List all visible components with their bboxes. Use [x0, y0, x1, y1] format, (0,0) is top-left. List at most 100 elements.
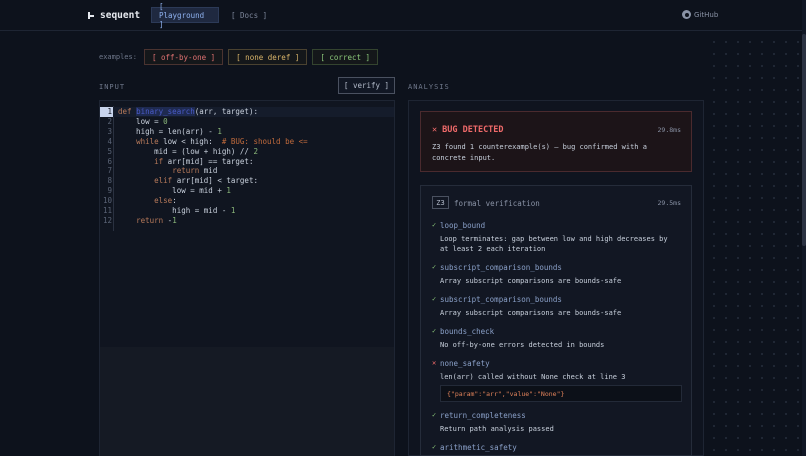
check-description: No off-by-one errors detected in bounds: [440, 341, 605, 349]
code-token: return: [172, 166, 200, 176]
code-text: high = len(arr) - 1: [118, 127, 222, 137]
line-number: 7: [107, 166, 112, 176]
code-token: 1: [217, 126, 222, 136]
examples-label: examples:: [99, 53, 137, 61]
code-text: def binary_search(arr, target):: [118, 107, 258, 117]
check-description: len(arr) called without None check at li…: [440, 373, 626, 381]
code-token: -: [163, 215, 173, 225]
code-line[interactable]: 6 if arr[mid] == target:: [100, 157, 394, 167]
nav-playground[interactable]: [ Playground ]: [151, 2, 219, 29]
code-token: 1: [172, 215, 177, 225]
code-token: 1: [226, 186, 231, 196]
code-text: mid = (low + high) // 2: [118, 147, 258, 157]
bug-title: BUG DETECTED: [442, 125, 504, 135]
code-token: :: [172, 196, 177, 206]
code-token: # BUG: should be <=: [221, 136, 308, 146]
check-name: none_safety: [440, 359, 490, 368]
code-token: arr[mid] < target:: [172, 176, 258, 186]
formal-verification-title: formal verification: [454, 199, 540, 208]
input-section-label: INPUT: [99, 83, 126, 91]
code-line[interactable]: 4 while low < high: # BUG: should be <=: [100, 137, 394, 147]
code-text: return mid: [118, 166, 217, 176]
examples-bar: examples: [ off-by-one ] [ none deref ] …: [99, 49, 379, 65]
brand[interactable]: sequent: [88, 10, 140, 21]
check-name: bounds_check: [440, 327, 495, 336]
code-line[interactable]: 3 high = len(arr) - 1: [100, 127, 394, 137]
code-line[interactable]: 11 high = mid - 1: [100, 206, 394, 216]
line-number: 6: [107, 156, 112, 166]
line-number: 11: [102, 206, 112, 215]
check-description: Return path analysis passed: [440, 425, 554, 433]
line-number: 10: [102, 196, 112, 206]
code-token: low < high:: [158, 136, 222, 146]
code-text: elif arr[mid] < target:: [118, 176, 258, 186]
code-text: low = mid + 1: [118, 186, 231, 196]
code-text: else:: [118, 196, 177, 206]
code-token: (arr, target):: [194, 107, 258, 116]
code-token: mid: [199, 166, 218, 176]
example-correct-button[interactable]: [ correct ]: [312, 49, 379, 65]
code-token: return: [136, 215, 164, 225]
code-token: binary_search: [136, 107, 195, 116]
nav-docs[interactable]: [ Docs ]: [224, 7, 274, 23]
check-mark-icon: ✓: [432, 221, 437, 229]
example-off-by-one-button[interactable]: [ off-by-one ]: [143, 49, 224, 65]
check-name: arithmetic_safety: [440, 443, 517, 452]
check-name: subscript_comparison_bounds: [440, 263, 562, 272]
check-description: Array subscript comparisons are bounds-s…: [440, 309, 622, 317]
check-description: Loop terminates: gap between low and hig…: [440, 235, 668, 253]
code-line[interactable]: 5 mid = (low + high) // 2: [100, 147, 394, 157]
example-none-deref-button[interactable]: [ none deref ]: [228, 49, 308, 65]
code-line[interactable]: 1 def binary_search(arr, target):: [100, 107, 394, 117]
code-line[interactable]: 12 return -1: [100, 216, 394, 226]
bug-time: 29.8ms: [657, 126, 681, 134]
code-token: high = len(arr) -: [118, 126, 218, 136]
line-number: 2: [107, 116, 112, 126]
code-token: if: [154, 156, 164, 166]
github-icon: [682, 10, 691, 19]
code-text: low = 0: [118, 117, 168, 127]
check-mark-icon: ✓: [432, 411, 437, 419]
code-editor[interactable]: 1 def binary_search(arr, target): 2 low = …: [99, 100, 395, 456]
top-bar: sequent [ Playground ] [ Docs ] GitHub: [0, 0, 806, 31]
line-number: 3: [107, 126, 112, 136]
scrollbar-thumb[interactable]: [802, 34, 806, 246]
x-icon: ✕: [432, 125, 438, 135]
check-name: subscript_comparison_bounds: [440, 295, 562, 304]
code-text: while low < high: # BUG: should be <=: [118, 137, 308, 147]
code-line[interactable]: 2 low = 0: [100, 117, 394, 127]
code-token: low = mid +: [118, 186, 227, 196]
check-description: Array subscript comparisons are bounds-s…: [440, 277, 622, 285]
line-number: 9: [107, 186, 112, 196]
code-line[interactable]: 9 low = mid + 1: [100, 186, 394, 196]
formal-verification-card: Z3 formal verification 29.5ms ✓ loop_boun…: [420, 185, 692, 456]
check-name: return_completeness: [440, 411, 526, 420]
dot-grid-background: [708, 36, 806, 456]
code-line[interactable]: 7 return mid: [100, 166, 394, 176]
line-number: 5: [107, 146, 112, 156]
check-mark-icon: ✓: [432, 263, 437, 271]
github-link[interactable]: GitHub: [682, 10, 718, 19]
brand-name: sequent: [100, 10, 141, 21]
check-name: loop_bound: [440, 221, 486, 230]
code-token: mid = (low + high) //: [118, 146, 254, 156]
code-token: 2: [253, 146, 258, 156]
code-token: while: [136, 136, 159, 146]
verify-button[interactable]: [ verify ]: [338, 77, 395, 94]
code-token: elif: [154, 176, 173, 186]
code-line[interactable]: 8 elif arr[mid] < target:: [100, 176, 394, 186]
code-text: high = mid - 1: [118, 206, 235, 216]
page-scrollbar[interactable]: [802, 0, 806, 456]
editor-empty-area: [100, 347, 394, 456]
code-token: high = mid -: [118, 206, 231, 215]
code-text: if arr[mid] == target:: [118, 157, 253, 167]
code-token: arr[mid] == target:: [163, 156, 254, 166]
code-line[interactable]: 10 else:: [100, 196, 394, 206]
x-icon: ✕: [432, 359, 437, 367]
code-token: low =: [118, 116, 164, 126]
